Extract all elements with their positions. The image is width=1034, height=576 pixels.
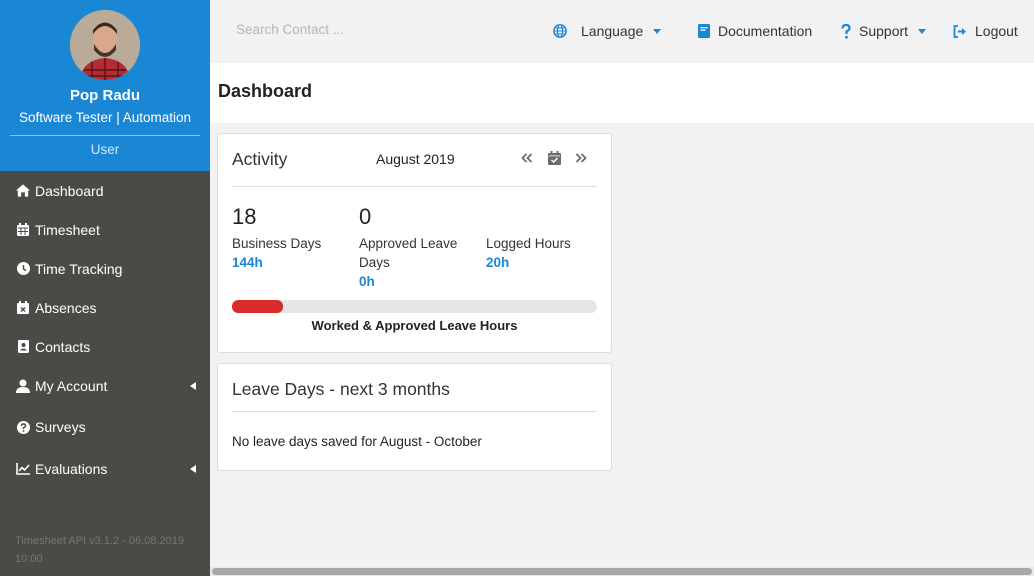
question-icon [841, 23, 851, 39]
double-chevron-left-icon [521, 153, 533, 163]
business-days-hours: 144h [232, 255, 263, 270]
sidebar-item-label: Time Tracking [35, 260, 123, 277]
sidebar-item-evaluations[interactable]: Evaluations [0, 449, 210, 488]
globe-icon [553, 24, 567, 38]
calendar-today-button[interactable] [546, 150, 562, 166]
card-divider [232, 411, 597, 412]
sidebar-item-label: Timesheet [35, 221, 100, 238]
scrollbar-thumb[interactable] [212, 568, 1032, 575]
activity-card: Activity August 2019 18 Business Days 14… [217, 133, 612, 353]
page-title: Dashboard [218, 81, 313, 101]
language-label: Language [581, 23, 644, 39]
avatar[interactable] [70, 10, 140, 80]
horizontal-scrollbar[interactable] [210, 567, 1034, 576]
logout-link[interactable]: Logout [953, 23, 1018, 39]
sidebar: Pop Radu Software Tester | Automation Us… [0, 0, 210, 576]
page-header: Dashboard [210, 63, 1034, 123]
version-footer: Timesheet API v3.1.2 - 06.08.2019 10:00 [15, 535, 184, 565]
approved-leave-hours: 0h [359, 274, 375, 289]
topbar: Language Documentation Support Logout [210, 0, 1034, 63]
contact-card-icon [16, 340, 30, 354]
sidebar-nav: Dashboard Timesheet Time Tracking Absenc… [0, 171, 210, 488]
sidebar-item-label: Surveys [35, 419, 86, 435]
sidebar-item-label: My Account [35, 377, 108, 394]
clock-icon [16, 262, 30, 276]
hours-progress-bar [232, 300, 597, 313]
sidebar-item-label: Contacts [35, 338, 91, 355]
approved-leave-count: 0 [359, 204, 372, 229]
profile-level: User [90, 142, 120, 157]
documentation-link[interactable]: Documentation [698, 23, 812, 39]
business-days-label: Business Days [232, 236, 322, 251]
sidebar-item-dashboard[interactable]: Dashboard [0, 171, 210, 210]
card-divider [232, 186, 597, 187]
leave-days-title: Leave Days - next 3 months [232, 379, 450, 399]
support-menu[interactable]: Support [841, 23, 927, 39]
chevron-down-icon [918, 28, 927, 34]
sidebar-item-contacts[interactable]: Contacts [0, 327, 210, 366]
search-input[interactable] [236, 22, 436, 37]
leave-days-empty-message: No leave days saved for August - October [232, 434, 482, 449]
calendar-x-icon [16, 301, 30, 315]
leave-days-card: Leave Days - next 3 months No leave days… [217, 363, 612, 471]
sidebar-item-label: Dashboard [35, 182, 104, 199]
business-days-stat: 18 Business Days 144h [232, 206, 352, 272]
previous-month-button[interactable] [519, 150, 535, 166]
activity-title: Activity [232, 149, 288, 169]
sidebar-item-my-account[interactable]: My Account [0, 366, 210, 405]
sidebar-item-label: Evaluations [35, 460, 108, 477]
support-label: Support [859, 23, 909, 39]
sidebar-item-surveys[interactable]: Surveys [0, 405, 210, 449]
home-icon [16, 184, 30, 198]
double-chevron-right-icon [575, 153, 587, 163]
book-icon [698, 24, 710, 38]
logout-icon [953, 24, 967, 38]
sidebar-item-absences[interactable]: Absences [0, 288, 210, 327]
hours-progress-fill [232, 300, 284, 313]
profile-role: Software Tester | Automation [18, 110, 192, 125]
caret-left-icon [190, 464, 196, 473]
calendar-icon [16, 223, 30, 237]
question-circle-icon [16, 420, 30, 434]
calendar-check-icon [547, 151, 561, 165]
logged-hours-value: 20h [486, 255, 510, 270]
logout-label: Logout [975, 23, 1018, 39]
chevron-down-icon [653, 28, 662, 34]
logged-hours-stat: Logged Hours 20h [486, 206, 606, 272]
progress-caption: Worked & Approved Leave Hours [311, 318, 518, 333]
line-chart-icon [16, 462, 30, 476]
documentation-label: Documentation [718, 23, 813, 39]
language-menu[interactable]: Language [553, 23, 662, 39]
sidebar-item-label: Absences [35, 299, 97, 316]
sidebar-item-time-tracking[interactable]: Time Tracking [0, 249, 210, 288]
profile-name: Pop Radu [70, 87, 140, 104]
profile-divider [10, 135, 200, 136]
next-month-button[interactable] [573, 150, 589, 166]
approved-leave-label: Approved Leave Days [359, 236, 458, 270]
logged-hours-label: Logged Hours [486, 236, 571, 251]
profile-panel: Pop Radu Software Tester | Automation Us… [0, 0, 210, 171]
caret-left-icon [190, 381, 196, 390]
activity-month: August 2019 [376, 151, 455, 167]
user-icon [16, 379, 30, 393]
business-days-count: 18 [232, 204, 257, 229]
sidebar-item-timesheet[interactable]: Timesheet [0, 210, 210, 249]
approved-leave-stat: 0 Approved Leave Days 0h [359, 206, 479, 291]
